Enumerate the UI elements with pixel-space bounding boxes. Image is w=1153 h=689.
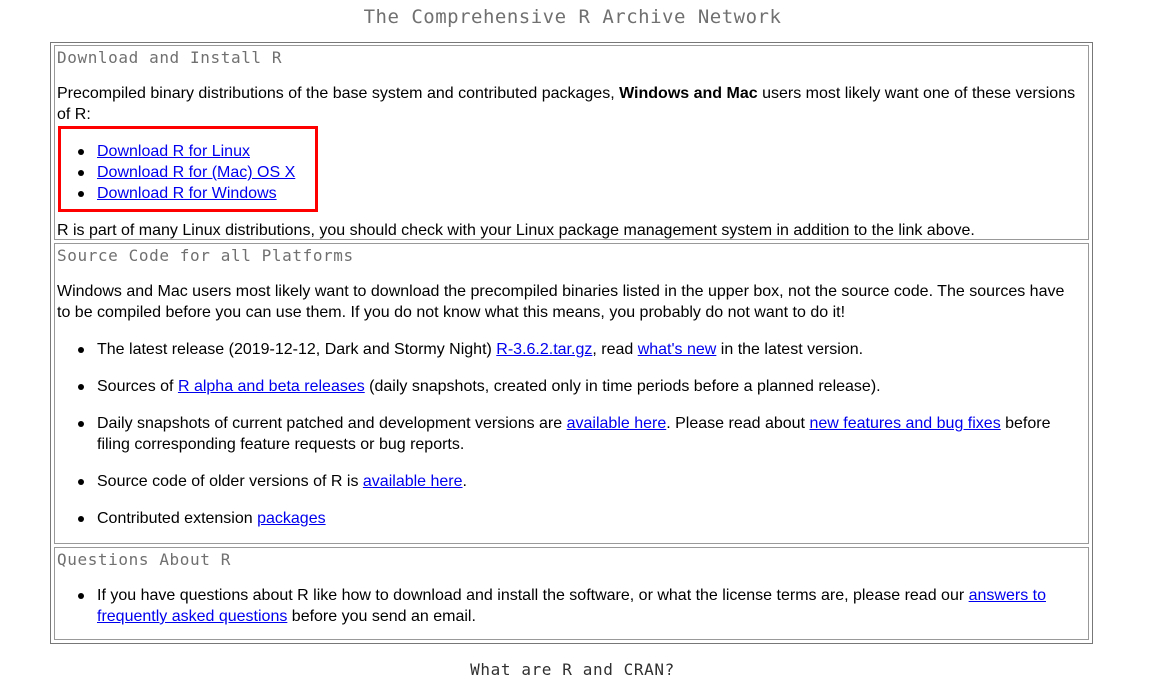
questions-after: before you send an email. [287, 608, 476, 625]
list-item: Daily snapshots of current patched and d… [78, 413, 1087, 455]
source-intro: Windows and Mac users most likely want t… [57, 283, 1065, 321]
source-item4-after: . [462, 473, 467, 490]
download-intro-before: Precompiled binary distributions of the … [57, 85, 620, 102]
list-item: Download R for Linux [78, 141, 1087, 162]
list-item: Contributed extension packages [78, 508, 1087, 529]
source-item1-middle: , read [592, 341, 638, 358]
download-mac-link[interactable]: Download R for (Mac) OS X [97, 164, 295, 181]
page-title: The Comprehensive R Archive Network [363, 6, 782, 28]
packages-link[interactable]: packages [257, 510, 326, 527]
footer-heading: What are R and CRAN? [470, 660, 675, 679]
download-heading: Download and Install R [57, 48, 283, 67]
source-item3-middle: . Please read about [666, 415, 810, 432]
source-item2-after: (daily snapshots, created only in time p… [364, 378, 881, 395]
download-intro-bold: Windows and Mac [619, 85, 758, 102]
list-item: Source code of older versions of R is av… [78, 471, 1087, 492]
source-item1-before: The latest release (2019-12-12, Dark and… [97, 341, 497, 358]
list-item: The latest release (2019-12-12, Dark and… [78, 339, 1087, 360]
whats-new-link[interactable]: what's new [638, 341, 717, 358]
source-section: Source Code for all Platforms Windows an… [54, 243, 1089, 544]
questions-section: Questions About R If you have questions … [54, 547, 1089, 640]
questions-heading: Questions About R [57, 550, 231, 569]
list-item: Download R for (Mac) OS X [78, 162, 1087, 183]
source-heading: Source Code for all Platforms [57, 246, 354, 265]
source-item4-before: Source code of older versions of R is [97, 473, 363, 490]
download-linux-link[interactable]: Download R for Linux [97, 143, 250, 160]
main-table: Download and Install R Precompiled binar… [50, 42, 1093, 644]
r-tarball-link[interactable]: R-3.6.2.tar.gz [496, 341, 592, 358]
download-windows-link[interactable]: Download R for Windows [97, 185, 277, 202]
questions-before: If you have questions about R like how t… [97, 587, 969, 604]
source-item5-before: Contributed extension [97, 510, 258, 527]
list-item: Sources of R alpha and beta releases (da… [78, 376, 1087, 397]
source-item3-before: Daily snapshots of current patched and d… [97, 415, 567, 432]
new-features-link[interactable]: new features and bug fixes [809, 415, 1000, 432]
list-item: If you have questions about R like how t… [78, 585, 1087, 627]
older-versions-link[interactable]: available here [363, 473, 463, 490]
download-intro: Precompiled binary distributions of the … [57, 83, 1082, 125]
snapshots-available-link[interactable]: available here [567, 415, 667, 432]
alpha-beta-link[interactable]: R alpha and beta releases [178, 378, 365, 395]
download-section: Download and Install R Precompiled binar… [54, 45, 1089, 240]
source-item1-after: in the latest version. [716, 341, 864, 358]
list-item: Download R for Windows [78, 183, 1087, 204]
source-item2-before: Sources of [97, 378, 178, 395]
download-note: R is part of many Linux distributions, y… [57, 222, 975, 239]
